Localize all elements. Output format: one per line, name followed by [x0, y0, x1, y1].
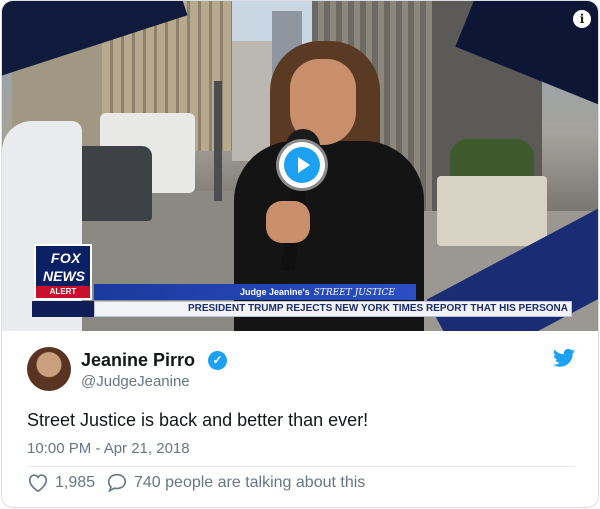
logo-network-bottom: NEWS [43, 268, 85, 284]
video-player[interactable]: i FOX NEWS ALERT Judge Jeanine's STREET J… [2, 1, 598, 331]
video-scene-planter [437, 176, 547, 246]
like-count[interactable]: 1,985 [55, 474, 95, 492]
speech-bubble-icon[interactable] [106, 472, 128, 493]
twitter-bird-icon[interactable] [553, 348, 575, 368]
tweet-text: Street Justice is back and better than e… [27, 410, 369, 430]
embedded-tweet-card[interactable]: i FOX NEWS ALERT Judge Jeanine's STREET J… [1, 0, 599, 508]
show-title-bar: Judge Jeanine's STREET JUSTICE [94, 284, 416, 300]
video-scene-building [232, 41, 272, 161]
ticker-cap [32, 301, 94, 317]
divider [27, 466, 575, 467]
show-title-script: STREET JUSTICE [313, 288, 395, 298]
play-button[interactable] [279, 142, 325, 188]
heart-icon[interactable] [27, 472, 49, 493]
conversation-link[interactable]: 740 people are talking about this [134, 474, 365, 492]
video-scene-pole [214, 81, 222, 201]
fox-news-logo: FOX NEWS ALERT [34, 244, 92, 300]
verified-badge-icon: ✓ [208, 351, 227, 370]
avatar[interactable] [27, 347, 71, 391]
reporter-hand [266, 201, 310, 243]
play-icon [284, 147, 320, 183]
author-name[interactable]: Jeanine Pirro [81, 350, 195, 371]
logo-alert-label: ALERT [36, 286, 90, 298]
video-scene-hedge [450, 139, 534, 181]
news-ticker: PRESIDENT TRUMP REJECTS NEW YORK TIMES R… [94, 301, 572, 317]
show-title-label: Judge Jeanine's [240, 287, 310, 297]
play-triangle [298, 157, 310, 173]
tweet-timestamp[interactable]: 10:00 PM - Apr 21, 2018 [27, 440, 190, 457]
logo-network-top: FOX [50, 250, 82, 266]
info-icon[interactable]: i [573, 10, 591, 28]
author-handle[interactable]: @JudgeJeanine [81, 373, 190, 390]
